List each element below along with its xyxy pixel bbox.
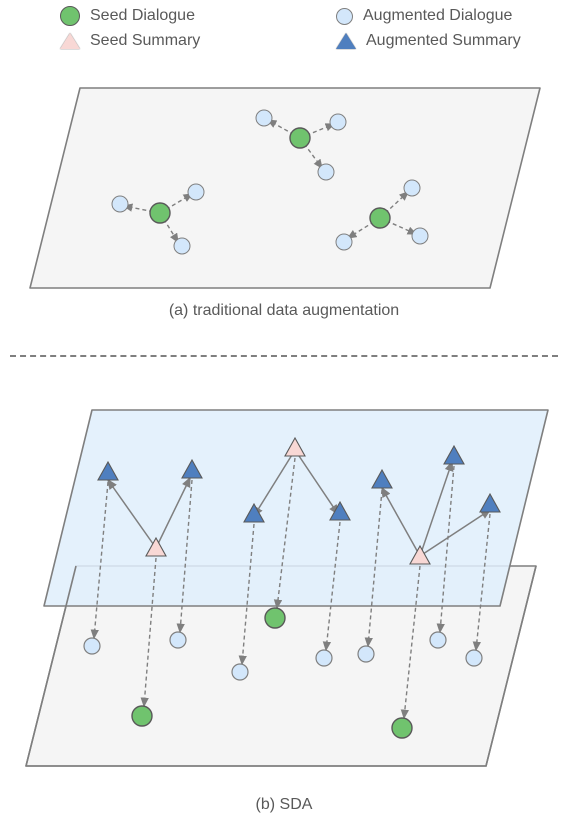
diagram-a [20,78,550,298]
legend-item-seed-dialogue: Seed Dialogue [60,6,290,26]
legend-label: Seed Summary [90,32,200,50]
caption-a: (a) traditional data augmentation [0,302,568,320]
legend-item-augmented-dialogue: Augmented Dialogue [336,7,566,25]
augmented-summary-icon [336,33,356,49]
augmented-dialogue-icon [336,8,353,25]
legend-item-augmented-summary: Augmented Summary [336,32,566,50]
diagram-b [20,388,550,788]
legend-item-seed-summary: Seed Summary [60,32,290,50]
legend-label: Seed Dialogue [90,7,195,25]
legend: Seed Dialogue Augmented Dialogue Seed Su… [60,6,566,56]
seed-summary-icon [60,33,80,49]
caption-b: (b) SDA [0,796,568,814]
seed-dialogue-icon [60,6,80,26]
legend-label: Augmented Summary [366,32,521,50]
legend-label: Augmented Dialogue [363,7,512,25]
section-divider [10,355,558,357]
